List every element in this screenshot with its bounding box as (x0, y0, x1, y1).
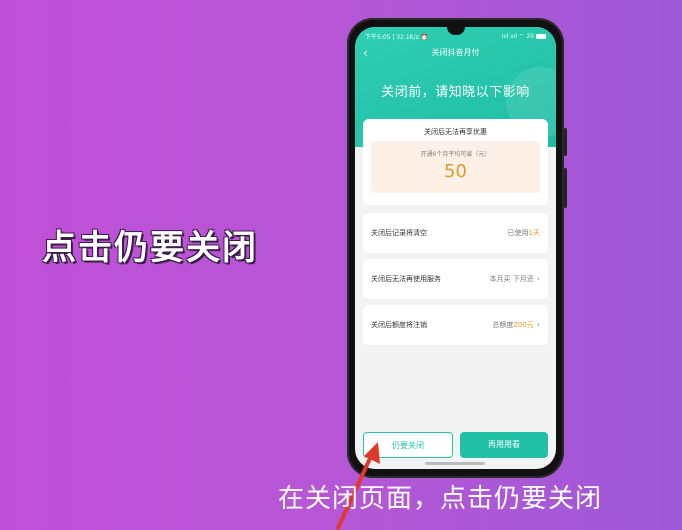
row-label: 关闭后记录将清空 (371, 229, 427, 237)
row-value: 总额度200元 › (492, 320, 540, 329)
headline: 关闭前，请知晓以下影响 (381, 85, 530, 100)
row-label: 关闭后额度将注销 (371, 321, 427, 329)
nav-bar: ‹ 关闭抖音月付 (355, 45, 556, 61)
impact-row-credit[interactable]: 关闭后额度将注销 总额度200元 › (363, 305, 548, 345)
chevron-right-icon: › (536, 274, 540, 283)
benefit-card: 关闭后无法再享优惠 开通6个月平均可省（元） 50 (363, 119, 548, 205)
keep-using-button[interactable]: 再用用看 (460, 432, 548, 458)
chevron-right-icon: › (536, 320, 540, 329)
page-title: 关闭抖音月付 (431, 48, 480, 57)
phone-side-button (564, 128, 567, 156)
phone-side-button (564, 168, 567, 208)
savings-box: 开通6个月平均可省（元） 50 (371, 141, 540, 193)
impact-row-service[interactable]: 关闭后无法再使用服务 本月买 下月还 › (363, 259, 548, 299)
phone-screen: 下午5:05 | 32.1K/s ⏰ ıııl ıııl ⌔ 20 ‹ 关闭抖音… (355, 27, 556, 469)
phone-frame: 下午5:05 | 32.1K/s ⏰ ıııl ıııl ⌔ 20 ‹ 关闭抖音… (347, 18, 567, 478)
savings-label: 开通6个月平均可省（元） (420, 151, 491, 158)
impact-row-records: 关闭后记录将清空 已使用1天 (363, 213, 548, 253)
instruction-caption-left: 点击仍要关闭 (42, 228, 258, 268)
row-label: 关闭后无法再使用服务 (371, 275, 441, 283)
status-time: 下午5:05 | 32.1K/s ⏰ (365, 33, 429, 41)
savings-value: 50 (444, 161, 467, 182)
status-icons: ıııl ıııl ⌔ 20 (502, 32, 546, 40)
instruction-caption-bottom: 在关闭页面，点击仍要关闭 (278, 484, 603, 514)
home-indicator (425, 462, 485, 465)
row-value: 本月买 下月还 › (489, 274, 540, 283)
battery-icon (536, 34, 546, 39)
benefit-title: 关闭后无法再享优惠 (424, 128, 487, 136)
row-value: 已使用1天 (507, 229, 540, 237)
